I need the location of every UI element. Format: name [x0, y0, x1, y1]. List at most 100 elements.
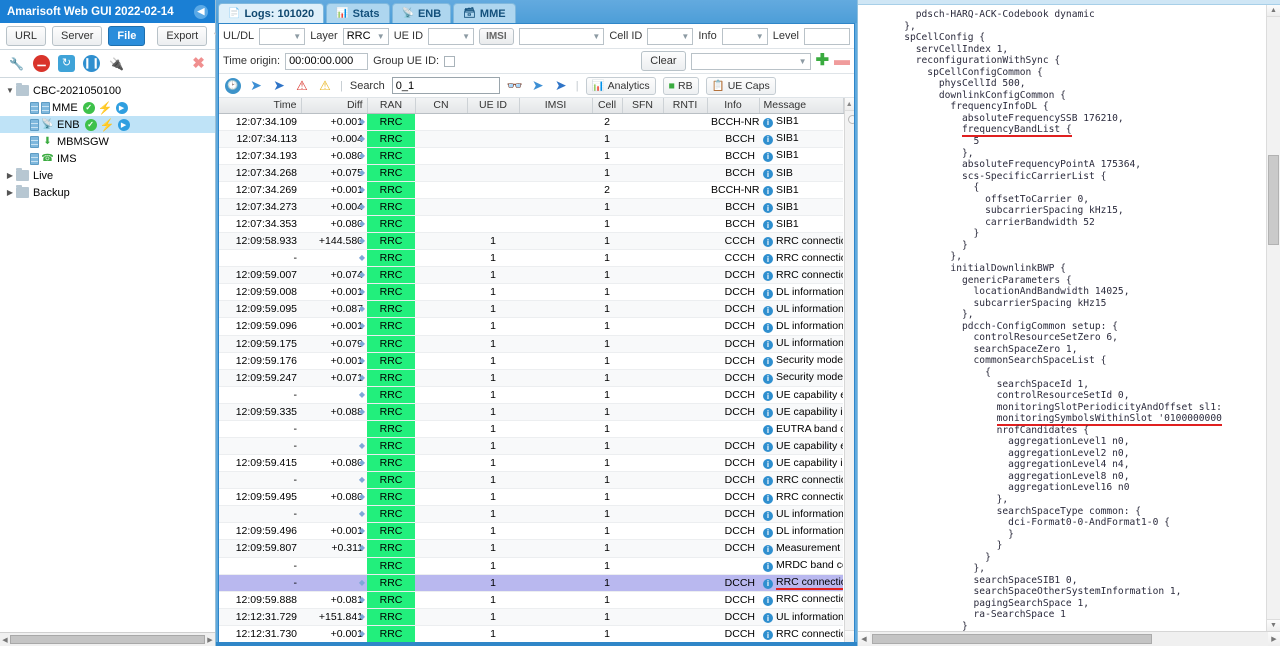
info-icon[interactable]: i — [763, 373, 773, 384]
table-row[interactable]: 12:09:59.007 +0.074 ◆ RRC 1 1 DCCH i RRC connect… — [219, 266, 843, 285]
imsi-select[interactable]: ▼ — [518, 27, 605, 45]
scroll-left-arrow-icon[interactable]: ◀ — [0, 636, 10, 644]
level-select[interactable] — [804, 27, 850, 45]
detail-horizontal-scrollbar[interactable]: ◀ ▶ — [858, 631, 1280, 646]
cellid-select[interactable]: ▼ — [647, 27, 694, 45]
table-row[interactable]: -◆RRC11DCCHiUE capability enquiry — [219, 437, 843, 456]
table-row[interactable]: 12:09:59.175 +0.079 ◆ RRC 1 1 DCCH i UL informat… — [219, 335, 843, 353]
tree-node-mme[interactable]: MME ✓ ⚡ ▶ — [0, 99, 215, 116]
tab-mme[interactable]: 🗃 MME — [453, 3, 516, 23]
table-row[interactable]: 12:07:34.269 +0.001 ◆ RRC 2 BCCH-NR i SIB1 — [219, 181, 843, 199]
close-red-icon[interactable]: ✖ — [190, 55, 207, 72]
table-row[interactable]: 12:12:31.730 +0.001 ◆ RRC 1 1 DCCH i RRC connect… — [219, 625, 843, 643]
info-icon[interactable]: i — [763, 630, 773, 641]
info-icon[interactable]: i — [763, 510, 773, 521]
info-icon[interactable]: i — [763, 408, 773, 419]
table-row[interactable]: 12:07:34.113 +0.004 ◆ RRC 1 BCCH i SIB1 — [219, 130, 843, 148]
tree-node-ims[interactable]: ☎ IMS — [0, 150, 215, 167]
info-icon[interactable]: i — [763, 476, 773, 487]
warning-red-icon[interactable]: ⚠ — [294, 78, 310, 94]
table-row[interactable]: 12:09:59.095 +0.087 ◆ RRC 1 1 DCCH i UL informat… — [219, 300, 843, 319]
scrollbar-thumb[interactable] — [10, 635, 205, 644]
play-blue-icon[interactable]: ▶ — [117, 118, 130, 131]
info-icon[interactable]: i — [763, 391, 773, 402]
table-row[interactable]: 12:09:58.933 +144.580 ◆ RRC 1 1 CCCH i RRC conne… — [219, 232, 843, 251]
uldl-select[interactable]: ▼ — [259, 27, 306, 45]
chevron-left-icon[interactable]: ◀ — [194, 4, 208, 19]
table-row[interactable]: 12:09:59.335 +0.088 ◆ RRC 1 1 DCCH i UE capabili… — [219, 403, 843, 421]
info-icon[interactable]: i — [763, 527, 773, 538]
expand-arrow-icon[interactable]: ▼ — [4, 86, 16, 95]
table-row[interactable]: -◆RRC11DCCHiUL information transfer — [219, 505, 843, 524]
table-row[interactable]: 12:09:59.247 +0.071 ◆ RRC 1 1 DCCH i Security mo… — [219, 369, 843, 387]
left-horizontal-scrollbar[interactable]: ◀ ▶ — [0, 632, 215, 646]
info-icon[interactable]: i — [763, 271, 773, 282]
table-row[interactable]: 12:09:59.496 +0.001 ◆ RRC 1 1 DCCH i DL informat… — [219, 522, 843, 541]
info-icon[interactable]: i — [763, 561, 773, 572]
layer-select[interactable]: RRC ▼ — [342, 27, 389, 45]
info-icon[interactable]: i — [763, 493, 773, 504]
wrench-icon[interactable]: 🔧 — [8, 55, 25, 72]
info-icon[interactable]: i — [763, 134, 773, 145]
play-blue-icon[interactable]: ▶ — [115, 101, 128, 114]
arrow-left-blue-icon[interactable]: ➤ — [530, 77, 546, 94]
table-row[interactable]: 12:09:59.096 +0.001 ◆ RRC 1 1 DCCH i DL informat… — [219, 317, 843, 336]
binoculars-icon[interactable]: 👓 — [507, 78, 523, 94]
info-icon[interactable]: i — [763, 288, 773, 299]
info-icon[interactable]: i — [763, 595, 773, 606]
scrollbar-thumb[interactable] — [1268, 155, 1279, 245]
table-row[interactable]: 12:07:34.193 +0.080 ◆ RRC 1 BCCH i SIB1 — [219, 147, 843, 165]
ueid-select[interactable]: ▼ — [428, 27, 475, 45]
group-ueid-checkbox[interactable] — [444, 55, 456, 67]
info-icon[interactable]: i — [763, 613, 773, 624]
col-cn[interactable]: CN — [415, 98, 468, 114]
info-select[interactable]: ▼ — [721, 27, 768, 45]
url-button[interactable]: URL — [6, 26, 47, 46]
table-row[interactable]: -◆RRC11DCCHiRRC connection reconfigurati… — [219, 471, 843, 490]
table-row[interactable]: 12:09:59.415 +0.080 ◆ RRC 1 1 DCCH i UE capabili… — [219, 454, 843, 473]
scroll-left-arrow-icon[interactable]: ◀ — [858, 632, 870, 646]
info-icon[interactable]: i — [763, 356, 773, 367]
log-vertical-scrollbar[interactable]: ▲ — [843, 98, 854, 643]
refresh-icon[interactable]: ↻ — [58, 55, 75, 72]
info-icon[interactable]: i — [763, 186, 773, 197]
analytics-button[interactable]: 📊 Analytics — [585, 76, 656, 95]
table-row[interactable]: -◆RRC11DCCHiUE capability enquiry — [219, 386, 843, 404]
asn1-detail-text[interactable]: pdsch-HARQ-ACK-Codebook dynamic }, spCel… — [858, 5, 1266, 631]
pause-icon[interactable]: ❙❙ — [83, 55, 100, 72]
table-row[interactable]: 12:07:34.273 +0.004 ◆ RRC 1 BCCH i SIB1 — [219, 198, 843, 216]
clock-icon[interactable]: 🕑 — [225, 77, 241, 94]
table-row[interactable]: -◆RRC11CCCHiRRC connection setup — [219, 249, 843, 268]
table-row[interactable]: 12:07:34.268 +0.075 ◆ RRC 1 BCCH i SIB — [219, 164, 843, 182]
table-row[interactable]: -◆RRC11DCCHiRRC connection reconfigurati… — [219, 574, 843, 592]
tab-stats[interactable]: 📊 Stats — [326, 3, 390, 23]
collapse-arrow-icon[interactable]: ▶ — [4, 188, 16, 197]
info-icon[interactable]: i — [763, 203, 773, 214]
search-input[interactable]: 0_1 — [391, 77, 500, 94]
table-row[interactable]: 12:07:34.353 +0.080 ◆ RRC 1 BCCH i SIB1 — [219, 215, 843, 234]
ue-caps-button[interactable]: 📋 UE Caps — [705, 76, 776, 95]
info-icon[interactable]: i — [763, 305, 773, 316]
preset-select[interactable]: ▼ — [690, 52, 811, 70]
col-message[interactable]: Message — [759, 98, 844, 114]
scroll-right-arrow-icon[interactable]: ▶ — [205, 636, 215, 644]
table-row[interactable]: 12:09:59.888 +0.081 ◆ RRC 1 1 DCCH i RRC connect… — [219, 591, 843, 609]
table-row[interactable]: 12:09:59.008 +0.001 ◆ RRC 1 1 DCCH i DL informat… — [219, 283, 843, 302]
arrow-right-blue-icon[interactable]: ➤ — [271, 77, 287, 94]
table-row[interactable]: 12:09:59.807 +0.311 ◆ RRC 1 1 DCCH i Measurement… — [219, 539, 843, 558]
scrollbar-handle[interactable] — [847, 115, 854, 124]
table-row[interactable]: - RRC 1 1 iMRDC band combinations — [219, 557, 843, 575]
stop-icon[interactable]: ⚊ — [33, 55, 50, 72]
scroll-right-arrow-icon[interactable]: ▶ — [1268, 632, 1280, 646]
scroll-down-arrow-icon[interactable]: ▼ — [1267, 619, 1280, 631]
scrollbar-thumb[interactable] — [872, 634, 1152, 644]
info-icon[interactable]: i — [763, 544, 773, 555]
imsi-button[interactable]: IMSI — [479, 27, 514, 45]
clear-button[interactable]: Clear — [641, 51, 686, 71]
info-icon[interactable]: i — [763, 117, 773, 128]
collapse-arrow-icon[interactable]: ▶ — [4, 171, 16, 180]
col-ueid[interactable]: UE ID — [467, 98, 520, 114]
tab-enb[interactable]: 📡 ENB — [391, 3, 452, 23]
minus-red-icon[interactable]: ▬ — [834, 53, 850, 69]
info-icon[interactable]: i — [763, 220, 773, 231]
